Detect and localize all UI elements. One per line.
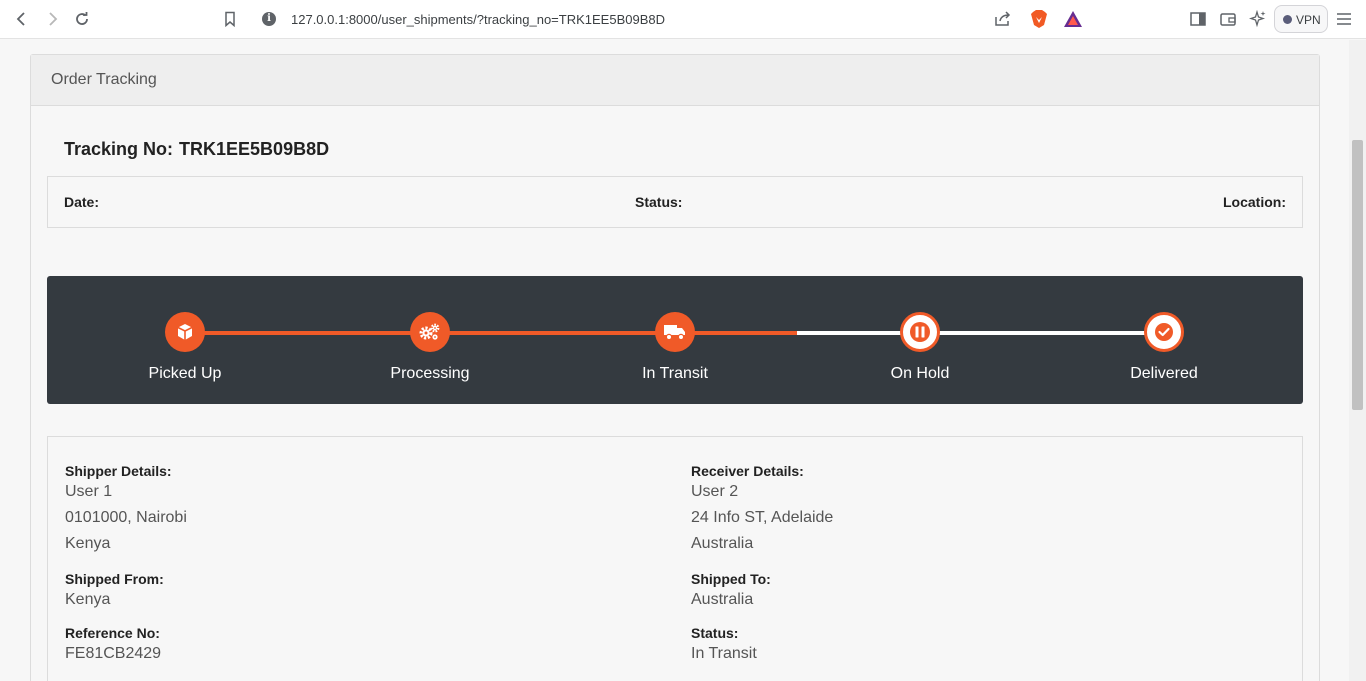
box-icon (165, 312, 205, 352)
step-label: Picked Up (148, 365, 222, 382)
reference-no: Reference No: FE81CB2429 (65, 623, 187, 669)
step-label: Delivered (1130, 365, 1198, 382)
shipped-to-label: Shipped To: (691, 571, 771, 587)
card-header: Order Tracking (31, 55, 1319, 106)
shipment-status-label: Status: (691, 625, 739, 641)
details-left-column: Shipper Details: User 1 0101000, Nairobi… (65, 461, 187, 677)
shipment-status: Status: In Transit (691, 623, 833, 669)
vpn-button[interactable]: VPN (1274, 5, 1328, 33)
shipped-to: Shipped To: Australia (691, 569, 833, 615)
reload-icon[interactable] (71, 8, 93, 30)
receiver-country: Australia (691, 535, 754, 552)
step-on-hold: On Hold (820, 312, 1020, 383)
scrollbar-thumb[interactable] (1352, 140, 1363, 410)
sidebar-icon[interactable] (1187, 8, 1209, 30)
shipper-country: Kenya (65, 535, 111, 552)
receiver-address: 24 Info ST, Adelaide (691, 509, 834, 526)
location-label: Location: (1223, 194, 1286, 210)
page-scrollbar[interactable] (1349, 40, 1366, 681)
receiver-name: User 2 (691, 483, 739, 500)
reference-no-label: Reference No: (65, 625, 160, 641)
vpn-label: VPN (1296, 13, 1321, 27)
forward-icon[interactable] (41, 8, 63, 30)
step-in-transit: In Transit (575, 312, 775, 383)
url-text[interactable]: 127.0.0.1:8000/user_shipments/?tracking_… (291, 12, 665, 27)
leo-ai-icon[interactable] (1247, 8, 1269, 30)
wallet-icon[interactable] (1217, 8, 1239, 30)
gears-icon (410, 312, 450, 352)
truck-icon (655, 312, 695, 352)
brave-shields-icon[interactable] (1028, 8, 1050, 30)
shipped-to-value: Australia (691, 591, 754, 608)
back-icon[interactable] (11, 8, 33, 30)
brave-rewards-icon[interactable] (1062, 8, 1084, 30)
status-label: Status: (635, 194, 683, 210)
card-header-title: Order Tracking (51, 71, 157, 88)
step-picked-up: Picked Up (85, 312, 285, 383)
address-bar[interactable]: i 127.0.0.1:8000/user_shipments/?trackin… (252, 4, 1102, 34)
shipper-name: User 1 (65, 483, 113, 500)
site-info-icon[interactable]: i (262, 12, 276, 26)
step-label: Processing (390, 365, 470, 382)
receiver-details-label: Receiver Details: (691, 463, 804, 479)
step-processing: Processing (330, 312, 530, 383)
shipper-details-label: Shipper Details: (65, 463, 172, 479)
step-delivered: Delivered (1064, 312, 1264, 383)
tracking-number: TRK1EE5B09B8D (179, 139, 330, 159)
shipped-from: Shipped From: Kenya (65, 569, 187, 615)
vpn-status-icon (1283, 15, 1292, 24)
shipped-from-value: Kenya (65, 591, 111, 608)
check-circle-icon (1144, 312, 1184, 352)
tracking-info-row: Date: Status: Location: (47, 176, 1303, 228)
shipper-address: 0101000, Nairobi (65, 509, 187, 526)
share-icon[interactable] (992, 8, 1014, 30)
shipment-status-value: In Transit (691, 645, 757, 662)
order-tracking-card: Order Tracking Tracking No: TRK1EE5B09B8D… (30, 54, 1320, 681)
tracking-number-heading: Tracking No: TRK1EE5B09B8D (64, 139, 329, 160)
date-label: Date: (64, 194, 100, 210)
step-label: On Hold (890, 365, 950, 382)
details-right-column: Receiver Details: User 2 24 Info ST, Ade… (691, 461, 833, 677)
menu-icon[interactable] (1333, 8, 1355, 30)
bookmark-icon[interactable] (219, 8, 241, 30)
shipper-details: Shipper Details: User 1 0101000, Nairobi… (65, 461, 187, 559)
pause-icon (900, 312, 940, 352)
tracking-label: Tracking No: (64, 139, 174, 159)
shipped-from-label: Shipped From: (65, 571, 164, 587)
browser-toolbar: i 127.0.0.1:8000/user_shipments/?trackin… (0, 0, 1366, 39)
shipment-details: Shipper Details: User 1 0101000, Nairobi… (47, 436, 1303, 681)
receiver-details: Receiver Details: User 2 24 Info ST, Ade… (691, 461, 833, 559)
step-label: In Transit (642, 365, 708, 382)
progress-tracker: Picked Up Processing In Transit On Hold (47, 276, 1303, 404)
reference-no-value: FE81CB2429 (65, 645, 162, 662)
